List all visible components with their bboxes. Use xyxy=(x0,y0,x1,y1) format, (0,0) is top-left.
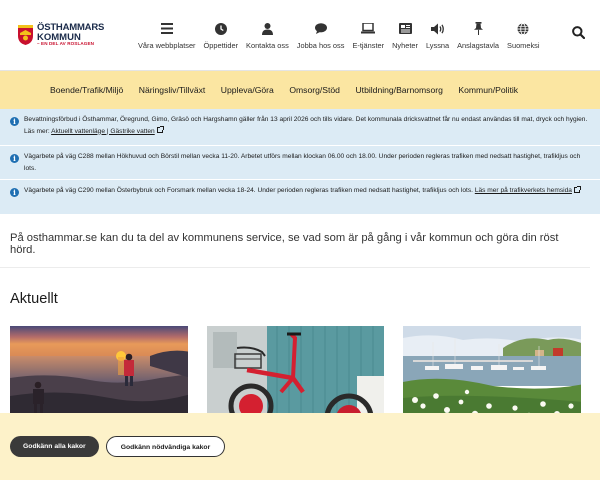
info-icon: i xyxy=(10,117,19,126)
alert-link[interactable]: Läs mer på trafikverkets hemsida xyxy=(475,187,572,194)
toplink-jobba-hos-oss[interactable]: Jobba hos oss xyxy=(293,21,349,50)
logo-tagline: – EN DEL AV ROSLAGEN xyxy=(37,41,95,47)
sunset-photo xyxy=(10,326,188,426)
toplink-e-tjanster[interactable]: E-tjänster xyxy=(348,21,388,50)
alert-text: Vägarbete på väg C290 mellan Österbybruk… xyxy=(24,187,475,194)
news-card-bike[interactable] xyxy=(206,326,385,426)
news-cards xyxy=(0,326,600,426)
coat-of-arms-icon xyxy=(17,24,34,46)
pin-icon xyxy=(473,21,483,37)
toplink-label: Våra webbplatser xyxy=(138,40,196,50)
search-button[interactable] xyxy=(566,23,590,47)
toplink-anslagstavla[interactable]: Anslagstavla xyxy=(453,21,503,50)
alert-text: Vägarbete på väg C288 mellan Hökhuvud oc… xyxy=(24,153,581,172)
nav-boende-trafik-miljo[interactable]: Boende/Trafik/Miljö xyxy=(50,85,123,95)
chat-icon xyxy=(314,21,327,37)
cookie-banner: Godkänn alla kakor Godkänn nödvändiga ka… xyxy=(0,413,600,480)
external-link-icon xyxy=(573,185,581,193)
toplink-label: Jobba hos oss xyxy=(296,40,345,50)
top-header: ÖSTHAMMARS KOMMUN – EN DEL AV ROSLAGEN V… xyxy=(0,0,600,71)
toplink-vara-webbplatser[interactable]: Våra webbplatser xyxy=(134,21,200,50)
toplink-label: Lyssna xyxy=(425,40,450,50)
main-navigation: Boende/Trafik/Miljö Näringsliv/Tillväxt … xyxy=(0,71,600,109)
toplink-label: Öppettider xyxy=(203,40,239,50)
nav-kommun-politik[interactable]: Kommun/Politik xyxy=(458,85,518,95)
intro-text: På osthammar.se kan du ta del av kommune… xyxy=(0,215,590,268)
toplink-label: Suomeksi xyxy=(507,40,540,50)
alert-item: i Vägarbete på väg C288 mellan Hökhuvud … xyxy=(0,146,600,180)
accept-necessary-cookies-button[interactable]: Godkänn nödvändiga kakor xyxy=(105,436,226,457)
info-icon: i xyxy=(10,154,19,163)
harbor-photo xyxy=(403,326,582,426)
clock-icon xyxy=(214,21,227,37)
toplink-lyssna[interactable]: Lyssna xyxy=(422,21,453,50)
logo[interactable]: ÖSTHAMMARS KOMMUN – EN DEL AV ROSLAGEN xyxy=(17,23,123,47)
nav-uppleva-gora[interactable]: Uppleva/Göra xyxy=(221,85,274,95)
alert-link[interactable]: Aktuellt vattenläge | Gästrike vatten xyxy=(51,128,155,135)
bike-photo xyxy=(206,326,385,426)
alert-item: i Vägarbete på väg C290 mellan Österbybr… xyxy=(0,180,600,215)
speaker-icon xyxy=(430,21,445,37)
laptop-icon xyxy=(361,21,376,37)
toplink-label: Nyheter xyxy=(392,40,418,50)
external-link-icon xyxy=(156,126,164,133)
toplink-label: Anslagstavla xyxy=(457,40,500,50)
nav-omsorg-stod[interactable]: Omsorg/Stöd xyxy=(289,85,340,95)
nav-utbildning-barnomsorg[interactable]: Utbildning/Barnomsorg xyxy=(355,85,442,95)
info-icon: i xyxy=(10,188,19,197)
toplink-suomeksi[interactable]: Suomeksi xyxy=(503,21,543,50)
search-icon xyxy=(571,26,585,44)
toplink-oppettider[interactable]: Öppettider xyxy=(200,21,243,50)
toplink-label: E-tjänster xyxy=(352,40,385,50)
news-card-harbor[interactable] xyxy=(403,326,582,426)
toplink-nyheter[interactable]: Nyheter xyxy=(388,21,422,50)
person-icon xyxy=(261,21,273,37)
globe-icon xyxy=(517,21,529,37)
newspaper-icon xyxy=(398,21,413,37)
toplink-kontakta-oss[interactable]: Kontakta oss xyxy=(242,21,293,50)
alert-list: i Bevattningsförbud i Östhammar, Öregrun… xyxy=(0,109,600,215)
news-card-sunset[interactable] xyxy=(10,326,188,426)
menu-icon xyxy=(160,21,173,37)
section-title-aktuellt: Aktuellt xyxy=(10,291,58,307)
alert-item: i Bevattningsförbud i Östhammar, Öregrun… xyxy=(0,109,600,146)
top-links: Våra webbplatser Öppettider Kontakta oss… xyxy=(134,21,543,50)
toplink-label: Kontakta oss xyxy=(246,40,289,50)
accept-all-cookies-button[interactable]: Godkänn alla kakor xyxy=(10,436,99,457)
nav-naringsliv-tillvaxt[interactable]: Näringsliv/Tillväxt xyxy=(139,85,206,95)
